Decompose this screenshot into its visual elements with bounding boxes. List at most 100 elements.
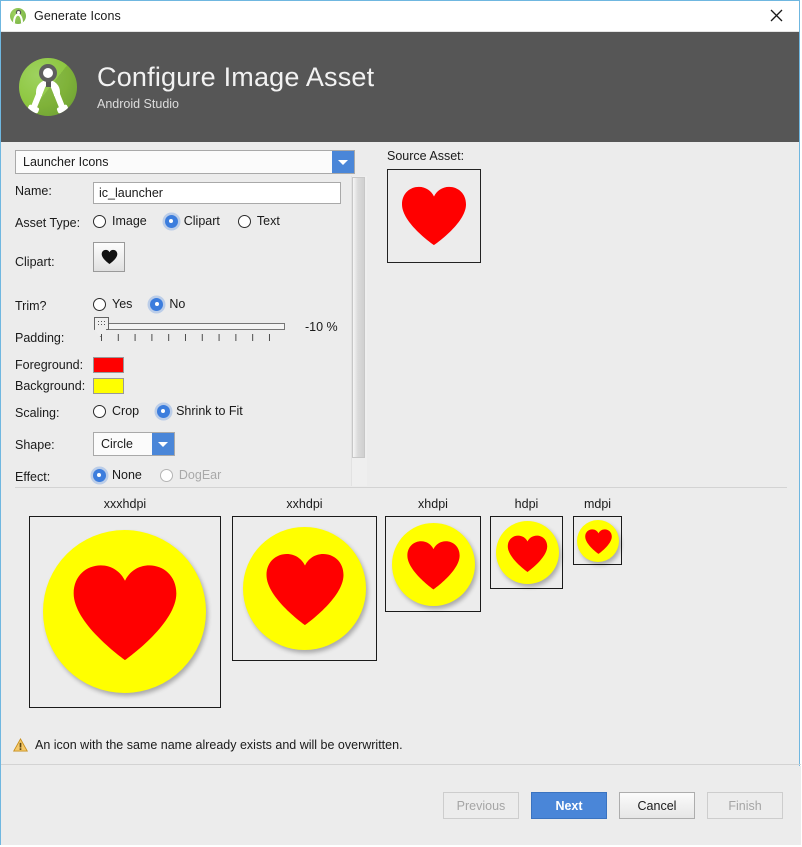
shape-field-wrap: Circle [93, 432, 175, 456]
close-button[interactable] [753, 1, 799, 30]
radio-icon [93, 214, 106, 228]
trim-option-yes[interactable]: Yes [93, 297, 132, 311]
radio-icon [93, 404, 106, 418]
finish-button[interactable]: Finish [707, 792, 783, 819]
preview-label: xhdpi [418, 497, 448, 511]
icon-type-combo[interactable]: Launcher Icons [15, 150, 355, 174]
foreground-row: Foreground: [15, 358, 83, 372]
trim-option-yes-label: Yes [112, 297, 133, 311]
foreground-color-swatch[interactable] [93, 357, 124, 373]
asset-type-option-image-label: Image [112, 214, 147, 228]
trim-option-no-label: No [169, 297, 186, 311]
android-studio-icon [10, 8, 26, 24]
preview-box [29, 516, 221, 708]
trim-option-no[interactable]: No [150, 297, 185, 311]
preview-xxxhdpi: xxxhdpi [29, 497, 221, 708]
effect-radio-group: None DogEar [93, 468, 239, 482]
asset-type-row: Asset Type: [15, 216, 80, 230]
preview-box [232, 516, 377, 661]
shape-row: Shape: [15, 438, 55, 452]
chevron-down-icon[interactable] [152, 433, 174, 455]
scaling-row: Scaling: [15, 406, 59, 420]
name-row: Name: [15, 184, 52, 198]
scaling-option-crop-label: Crop [112, 404, 140, 418]
close-icon [770, 9, 782, 22]
dialog-footer: Previous Next Cancel Finish [1, 766, 801, 845]
heart-icon [101, 249, 117, 265]
padding-value: -10 % [305, 320, 338, 334]
preview-label: hdpi [514, 497, 539, 511]
scaling-option-crop[interactable]: Crop [93, 404, 139, 418]
clipart-label: Clipart: [15, 255, 55, 269]
source-asset-label: Source Asset: [387, 149, 465, 163]
radio-selected-icon [150, 297, 164, 311]
generate-icons-dialog: Generate Icons Configure Image Asset And… [0, 0, 801, 845]
background-color-swatch[interactable] [93, 378, 124, 394]
preview-strip: xxxhdpi xxhdpi xhdpi hdpi mdpi [1, 497, 801, 747]
effect-option-dogear: DogEar [159, 468, 222, 482]
effect-label: Effect: [15, 470, 51, 484]
scaling-option-shrink-to-fit[interactable]: Shrink to Fit [157, 404, 243, 418]
name-label: Name: [15, 184, 52, 198]
heart-icon [266, 554, 344, 626]
asset-type-label: Asset Type: [15, 216, 81, 230]
form-scrollbar-thumb[interactable] [352, 177, 365, 458]
preview-xhdpi: xhdpi [385, 497, 481, 612]
previous-button[interactable]: Previous [443, 792, 519, 819]
asset-type-option-text[interactable]: Text [237, 214, 280, 228]
cancel-button[interactable]: Cancel [619, 792, 695, 819]
scaling-option-shrink-to-fit-label: Shrink to Fit [176, 404, 243, 418]
preview-label: mdpi [583, 497, 612, 511]
clipart-row: Clipart: [15, 255, 55, 269]
foreground-field-wrap [93, 357, 124, 373]
background-field-wrap [93, 378, 124, 394]
padding-slider-ticks [101, 334, 285, 341]
asset-type-radio-group: Image Clipart Text [93, 214, 298, 228]
radio-disabled-icon [159, 468, 173, 482]
shape-combo[interactable]: Circle [93, 432, 175, 456]
preview-hdpi: hdpi [490, 497, 563, 589]
trim-radio-group: Yes No [93, 297, 203, 311]
name-input[interactable] [93, 182, 341, 204]
effect-option-none[interactable]: None [93, 468, 142, 482]
source-asset-preview [387, 169, 481, 263]
heart-icon [507, 535, 548, 572]
chevron-down-icon[interactable] [332, 151, 354, 173]
section-divider [15, 487, 787, 488]
window-title: Generate Icons [34, 9, 121, 23]
asset-type-option-image[interactable]: Image [93, 214, 147, 228]
preview-label: xxhdpi [286, 497, 323, 511]
scaling-radio-group: Crop Shrink to Fit [93, 404, 261, 418]
radio-selected-icon [93, 468, 106, 482]
foreground-label: Foreground: [15, 358, 84, 372]
asset-type-option-clipart-label: Clipart [183, 214, 220, 228]
shape-label: Shape: [15, 438, 55, 452]
padding-slider[interactable] [93, 314, 293, 341]
preview-box [385, 516, 481, 612]
asset-type-option-text-label: Text [256, 214, 280, 228]
background-row: Background: [15, 379, 85, 393]
clipart-chooser-button[interactable] [93, 242, 125, 272]
icon-type-value: Launcher Icons [23, 155, 109, 169]
preview-mdpi: mdpi [573, 497, 622, 565]
preview-xxhdpi: xxhdpi [232, 497, 377, 661]
page-title: Configure Image Asset [97, 61, 375, 92]
padding-slider-track[interactable] [101, 323, 285, 330]
padding-slider-thumb[interactable] [94, 317, 109, 330]
padding-field-wrap: -10 % [93, 314, 338, 341]
preview-box [490, 516, 563, 589]
heart-icon [407, 541, 460, 590]
page-subtitle: Android Studio [97, 97, 180, 112]
clipart-field-wrap [93, 242, 125, 272]
radio-icon [93, 297, 106, 311]
heart-icon [402, 186, 466, 246]
android-studio-logo [19, 58, 77, 116]
preview-box [573, 516, 622, 565]
name-field-wrap [93, 182, 341, 204]
next-button[interactable]: Next [531, 792, 607, 819]
effect-option-dogear-label: DogEar [178, 468, 222, 482]
radio-selected-icon [164, 214, 178, 228]
dialog-header: Configure Image Asset Android Studio [1, 32, 799, 142]
warning-icon [13, 737, 28, 752]
asset-type-option-clipart[interactable]: Clipart [164, 214, 220, 228]
